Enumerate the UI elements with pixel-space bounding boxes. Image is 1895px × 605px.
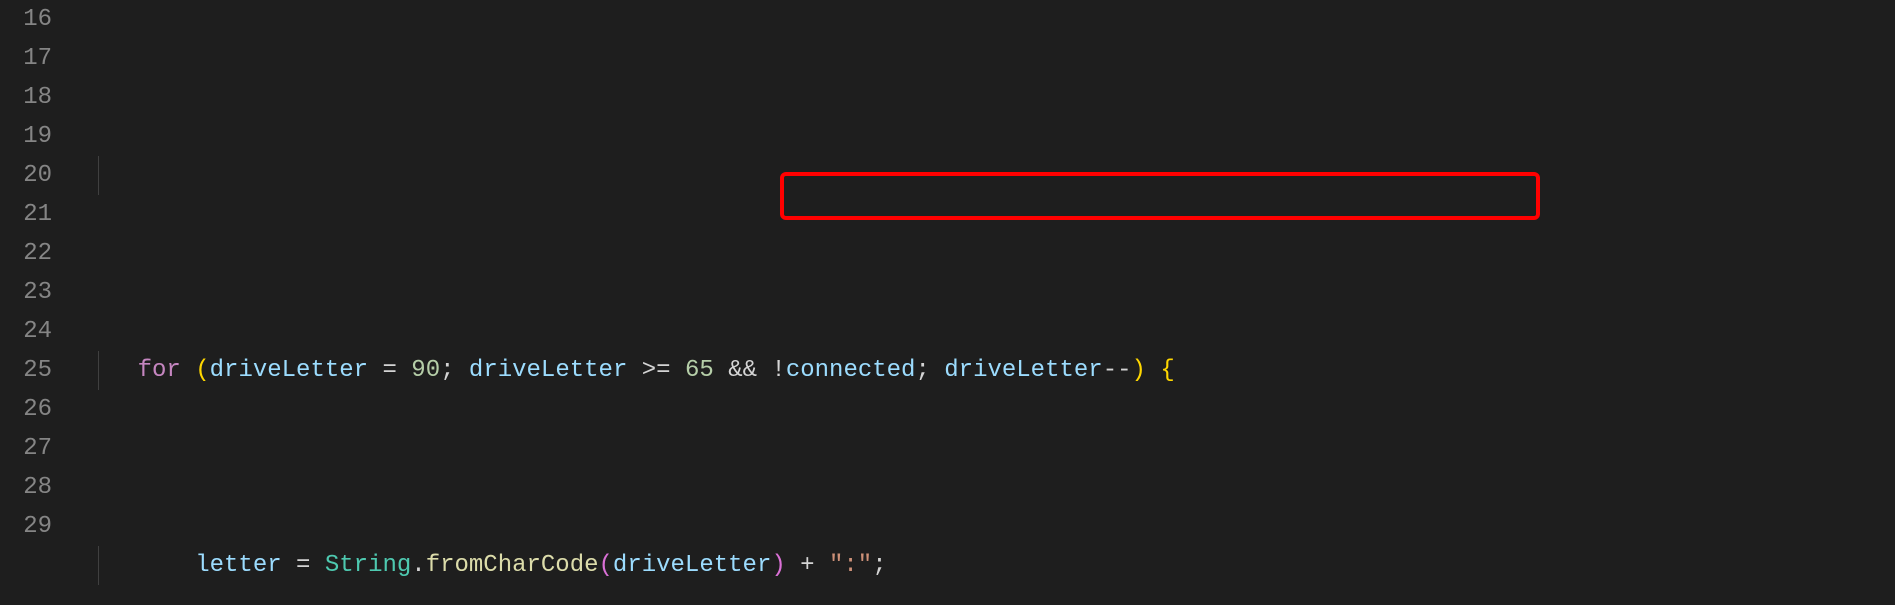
operator-gte: >= (642, 357, 671, 384)
line-number-gutter: 16 17 18 19 20 21 22 23 24 25 26 27 28 2… (0, 0, 80, 605)
code-line[interactable]: letter = String.fromCharCode(driveLetter… (80, 546, 1895, 585)
number-literal: 90 (411, 357, 440, 384)
line-number: 27 (0, 429, 52, 468)
line-number: 22 (0, 234, 52, 273)
operator-plus: + (800, 552, 814, 579)
line-number: 21 (0, 195, 52, 234)
paren-open: ( (195, 357, 209, 384)
keyword-for: for (138, 357, 181, 384)
operator-decr: -- (1103, 357, 1132, 384)
line-number: 20 (0, 156, 52, 195)
operator-not: ! (771, 357, 785, 384)
line-number: 17 (0, 39, 52, 78)
line-number: 23 (0, 273, 52, 312)
operator-and: && (728, 357, 757, 384)
line-number: 24 (0, 312, 52, 351)
line-number: 25 (0, 351, 52, 390)
line-number: 16 (0, 0, 52, 39)
identifier: driveLetter (613, 552, 771, 579)
brace-open: { (1160, 357, 1174, 384)
operator-eq: = (296, 552, 310, 579)
identifier: driveLetter (469, 357, 627, 384)
semicolon: ; (915, 357, 929, 384)
line-number: 29 (0, 507, 52, 546)
line-number: 18 (0, 78, 52, 117)
identifier: driveLetter (210, 357, 368, 384)
paren-close: ) (771, 552, 785, 579)
line-number: 26 (0, 390, 52, 429)
identifier: letter (195, 552, 281, 579)
code-editor[interactable]: 16 17 18 19 20 21 22 23 24 25 26 27 28 2… (0, 0, 1895, 605)
identifier: driveLetter (944, 357, 1102, 384)
paren-open: ( (599, 552, 613, 579)
string-literal: ":" (829, 552, 872, 579)
operator-eq: = (382, 357, 396, 384)
function-name: fromCharCode (426, 552, 599, 579)
code-line[interactable] (80, 156, 1895, 195)
class-name: String (325, 552, 411, 579)
code-line[interactable]: for (driveLetter = 90; driveLetter >= 65… (80, 351, 1895, 390)
semicolon: ; (872, 552, 886, 579)
code-area[interactable]: for (driveLetter = 90; driveLetter >= 65… (80, 0, 1895, 605)
identifier: connected (786, 357, 916, 384)
line-number: 28 (0, 468, 52, 507)
number-literal: 65 (685, 357, 714, 384)
dot: . (411, 552, 425, 579)
semicolon: ; (440, 357, 454, 384)
line-number: 19 (0, 117, 52, 156)
paren-close: ) (1132, 357, 1146, 384)
